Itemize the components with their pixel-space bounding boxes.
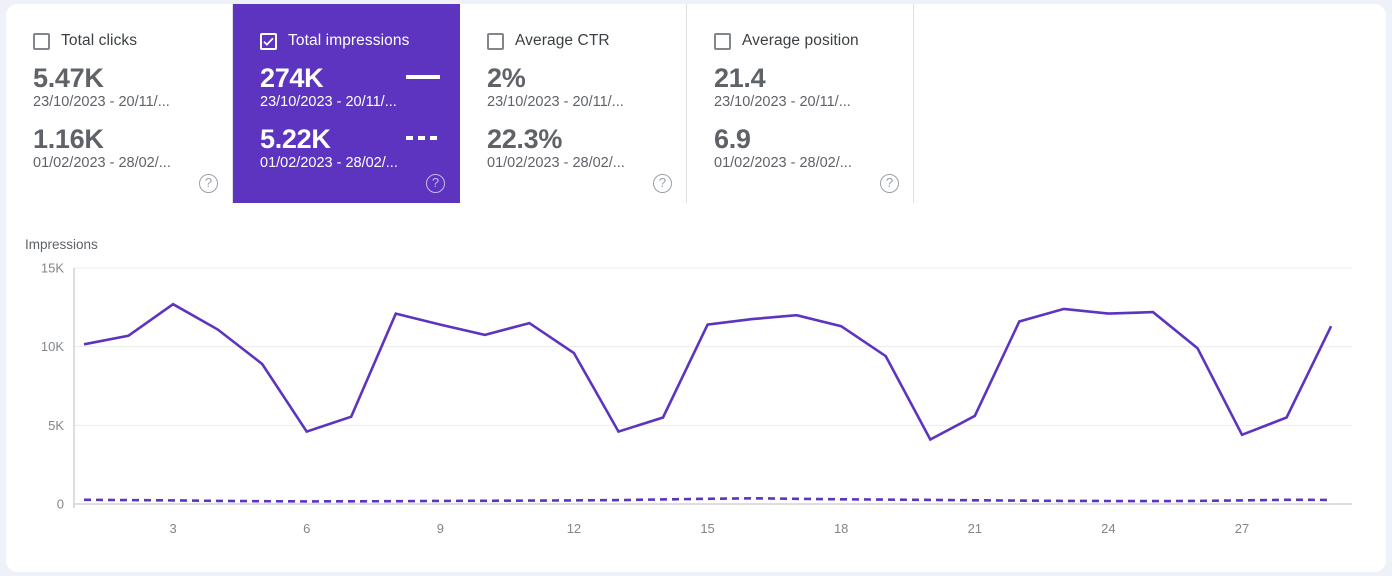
metric-primary-range: 23/10/2023 - 20/11/...	[487, 94, 624, 110]
metric-card-header: Average CTR	[487, 31, 686, 51]
metric-cards-row: Total clicks 5.47K 23/10/2023 - 20/11/..…	[6, 4, 1386, 203]
metric-primary-range: 23/10/2023 - 20/11/...	[714, 94, 851, 110]
metric-card-total-clicks[interactable]: Total clicks 5.47K 23/10/2023 - 20/11/..…	[6, 4, 233, 203]
metric-compare-range: 01/02/2023 - 28/02/...	[487, 155, 625, 171]
chart-x-tick-label: 18	[834, 521, 848, 536]
metric-card-header: Total impressions	[260, 31, 459, 51]
chart-series	[83, 302, 1333, 503]
chart-x-tick-label: 9	[437, 521, 444, 536]
metric-compare-range: 01/02/2023 - 28/02/...	[260, 155, 398, 171]
cards-row-empty-space	[914, 4, 1386, 203]
checkbox-average-ctr[interactable]	[487, 32, 504, 50]
chart-x-ticks: 3 6 9 12 15 18 21 24 27	[169, 521, 1249, 536]
metric-primary: 274K 23/10/2023 - 20/11/...	[260, 63, 459, 112]
metric-primary: 2% 23/10/2023 - 20/11/...	[487, 63, 686, 112]
chart-y-tick-label: 10K	[41, 339, 64, 354]
metric-primary: 21.4 23/10/2023 - 20/11/...	[714, 63, 913, 112]
metric-card-label: Average CTR	[515, 32, 610, 49]
metric-card-average-position[interactable]: Average position 21.4 23/10/2023 - 20/11…	[687, 4, 914, 203]
chart-series-1-solid	[83, 302, 1333, 442]
checkbox-total-impressions[interactable]	[260, 32, 277, 50]
help-icon[interactable]: ?	[199, 174, 218, 193]
metric-compare-value: 6.9	[714, 124, 751, 154]
chart-y-ticks: 0 5K 10K 15K	[41, 261, 64, 512]
help-icon[interactable]: ?	[653, 174, 672, 193]
chart-y-tick-label: 5K	[48, 418, 64, 433]
chart-series-2-dashed	[83, 496, 1332, 503]
impressions-chart: Impressions 0 5K 10K 15K 3 6 9 12 15 18 21 24 27	[6, 203, 1386, 572]
chart-x-tick-label: 21	[968, 521, 982, 536]
chart-x-tick-label: 3	[169, 521, 176, 536]
legend-dashed-line-icon	[406, 136, 440, 140]
metric-compare: 22.3% 01/02/2023 - 28/02/...	[487, 124, 686, 173]
metric-card-label: Total clicks	[61, 32, 138, 49]
chart-x-tick-label: 24	[1101, 521, 1115, 536]
chart-plot-svg: 0 5K 10K 15K 3 6 9 12 15 18 21 24 27	[41, 261, 1352, 536]
metric-compare: 5.22K 01/02/2023 - 28/02/...	[260, 124, 459, 173]
legend-solid-line-icon	[406, 75, 440, 79]
checkbox-average-position[interactable]	[714, 32, 731, 50]
metric-compare: 6.9 01/02/2023 - 28/02/...	[714, 124, 913, 173]
metric-card-header: Average position	[714, 31, 913, 51]
chart-gridlines	[73, 267, 1352, 508]
chart-x-tick-label: 12	[567, 521, 581, 536]
metric-compare: 1.16K 01/02/2023 - 28/02/...	[33, 124, 232, 173]
chart-y-tick-label: 15K	[41, 261, 64, 276]
metric-card-total-impressions[interactable]: Total impressions 274K 23/10/2023 - 20/1…	[233, 4, 460, 203]
metric-card-average-ctr[interactable]: Average CTR 2% 23/10/2023 - 20/11/... 22…	[460, 4, 687, 203]
chart-y-tick-label: 0	[57, 497, 64, 512]
metric-primary-value: 21.4	[714, 63, 766, 93]
chart-x-tick-label: 27	[1235, 521, 1249, 536]
metric-primary-value: 2%	[487, 63, 526, 93]
metric-primary-value: 5.47K	[33, 63, 104, 93]
help-icon[interactable]: ?	[426, 174, 445, 193]
chart-x-tick-label: 15	[700, 521, 714, 536]
performance-panel: Total clicks 5.47K 23/10/2023 - 20/11/..…	[6, 4, 1386, 572]
metric-compare-value: 1.16K	[33, 124, 104, 154]
metric-primary-range: 23/10/2023 - 20/11/...	[33, 94, 170, 110]
metric-compare-range: 01/02/2023 - 28/02/...	[33, 155, 171, 171]
metric-card-header: Total clicks	[33, 31, 232, 51]
metric-primary-range: 23/10/2023 - 20/11/...	[260, 94, 397, 110]
metric-card-label: Average position	[742, 32, 859, 49]
help-icon[interactable]: ?	[880, 174, 899, 193]
metric-primary: 5.47K 23/10/2023 - 20/11/...	[33, 63, 232, 112]
checkbox-total-clicks[interactable]	[33, 32, 50, 50]
chart-x-tick-label: 6	[303, 521, 310, 536]
metric-card-label: Total impressions	[288, 32, 410, 49]
metric-compare-range: 01/02/2023 - 28/02/...	[714, 155, 852, 171]
metric-compare-value: 22.3%	[487, 124, 563, 154]
